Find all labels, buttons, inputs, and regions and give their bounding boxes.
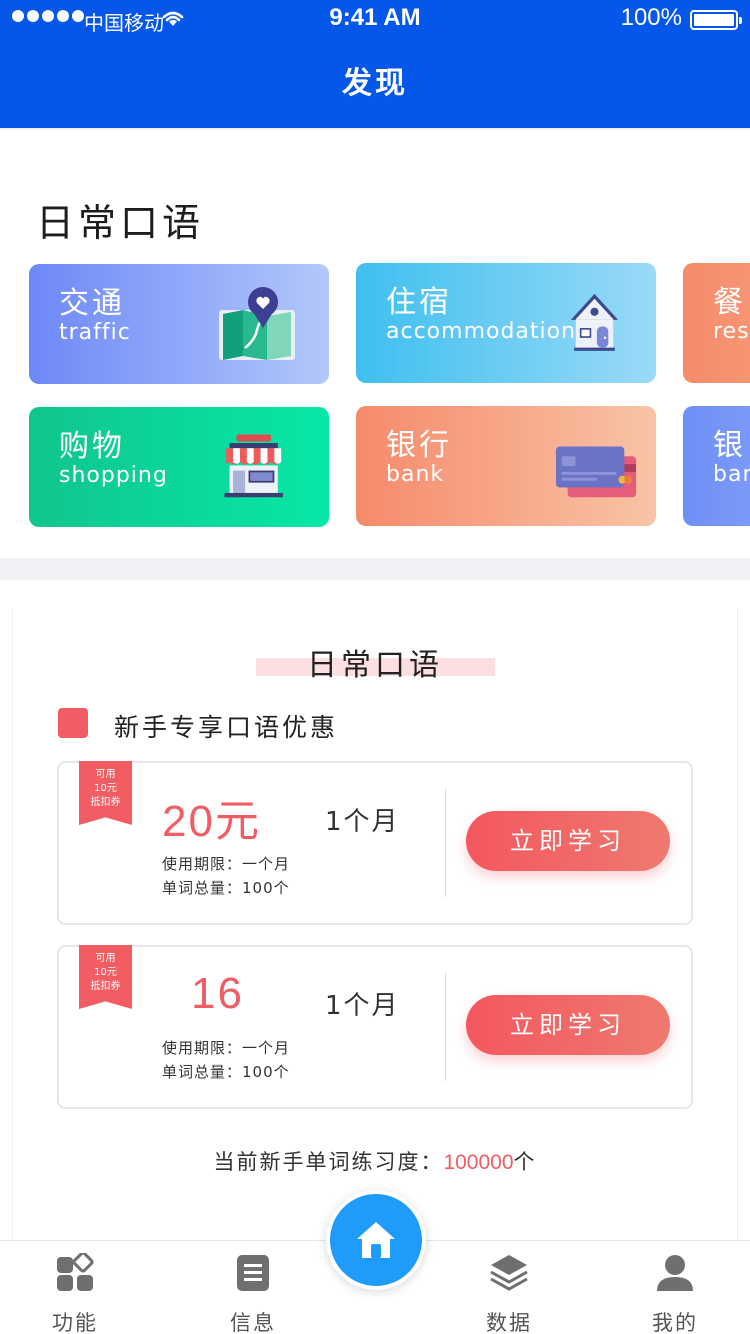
grid-icon [57,1251,94,1291]
tab-profile[interactable]: 我的 [620,1253,730,1334]
document-icon [237,1255,269,1291]
divider [445,973,446,1081]
category-en-label: accommodation [386,319,577,344]
page-title: 发现 [342,66,408,101]
offer-period: 1个月 [325,991,400,1021]
tab-data[interactable]: 数据 [454,1253,564,1334]
offer-word-count: 单词总量：100个 [162,1063,290,1081]
battery-percentage: 100% [620,4,682,31]
battery-icon [690,10,742,30]
category-cn-label: 住宿 [386,285,452,320]
offer-card: 可用 10元 抵扣券 20元 1个月 使用期限：一个月 单词总量：100个 立即… [57,761,693,925]
user-icon [657,1255,693,1291]
category-cn-label: 银行 [386,428,452,463]
offer-period: 1个月 [325,807,400,837]
category-en-label: bank [386,462,445,487]
status-bar: 中国移动 9:41 AM 100% [0,0,750,38]
nav-header: 中国移动 9:41 AM 100% 发现 [0,0,750,128]
category-en-label: ban [713,462,750,487]
tab-messages[interactable]: 信息 [198,1253,308,1334]
category-cn-label: 购物 [59,429,125,464]
coupon-ribbon: 可用 10元 抵扣券 [79,945,132,1009]
category-card-traffic[interactable]: 交通 traffic [29,264,329,384]
category-en-label: shopping [59,463,168,488]
category-cn-label: 银 [713,428,746,463]
ribbon-line: 可用 [95,769,116,780]
category-card-bank-2[interactable]: 银 ban [683,406,750,526]
coupon-ribbon: 可用 10元 抵扣券 [79,761,132,825]
progress-unit: 个 [513,1150,537,1174]
tab-label: 数据 [486,1311,532,1334]
ribbon-line: 10元 [94,967,117,978]
tab-label: 功能 [52,1311,98,1334]
study-now-button[interactable]: 立即学习 [466,995,670,1055]
offer-card: 可用 10元 抵扣券 16 1个月 使用期限：一个月 单词总量：100个 立即学… [57,945,693,1109]
offer-price: 16 [191,969,244,1018]
ribbon-line: 可用 [95,953,116,964]
home-button[interactable] [326,1190,426,1290]
promo-section: 日常口语 新手专享口语优惠 可用 10元 抵扣券 20元 1个月 使用期限：一个… [0,580,750,1280]
category-card-bank[interactable]: 银行 bank [356,406,656,526]
category-en-label: res [713,319,750,344]
progress-value: 100000 [443,1151,514,1174]
ribbon-line: 10元 [94,783,117,794]
section-title: 日常口语 [36,201,205,245]
offer-duration: 使用期限：一个月 [162,1039,291,1057]
home-icon [357,1222,395,1258]
category-cn-label: 餐 [713,285,746,320]
category-cn-label: 交通 [59,286,125,321]
shop-icon [224,434,283,498]
category-card-accommodation[interactable]: 住宿 accommodation [356,263,656,383]
progress-label: 当前新手单词练习度： [213,1150,444,1174]
daily-speaking-section: 日常口语 交通 traffic 住宿 accommodation 餐 res 购… [0,130,750,558]
practice-progress: 当前新手单词练习度：100000个 [0,1146,750,1176]
house-icon [570,293,619,351]
promo-title: 日常口语 [307,648,443,683]
category-card-shopping[interactable]: 购物 shopping [29,407,329,527]
map-pin-icon [219,287,295,360]
promo-marker-icon [58,708,88,738]
offer-word-count: 单词总量：100个 [162,879,290,897]
category-card-restaurant[interactable]: 餐 res [683,263,750,383]
tab-functions[interactable]: 功能 [20,1251,130,1334]
category-en-label: traffic [59,320,131,345]
tab-label: 我的 [652,1311,698,1334]
promo-subtitle: 新手专享口语优惠 [114,713,339,742]
study-now-button[interactable]: 立即学习 [466,811,670,871]
offer-price: 20元 [162,797,261,846]
tab-label: 信息 [230,1311,276,1334]
credit-card-icon [555,446,637,498]
offer-duration: 使用期限：一个月 [162,855,291,873]
ribbon-line: 抵扣券 [90,981,121,992]
divider [445,789,446,897]
layers-icon [490,1255,528,1291]
ribbon-line: 抵扣券 [90,797,121,808]
